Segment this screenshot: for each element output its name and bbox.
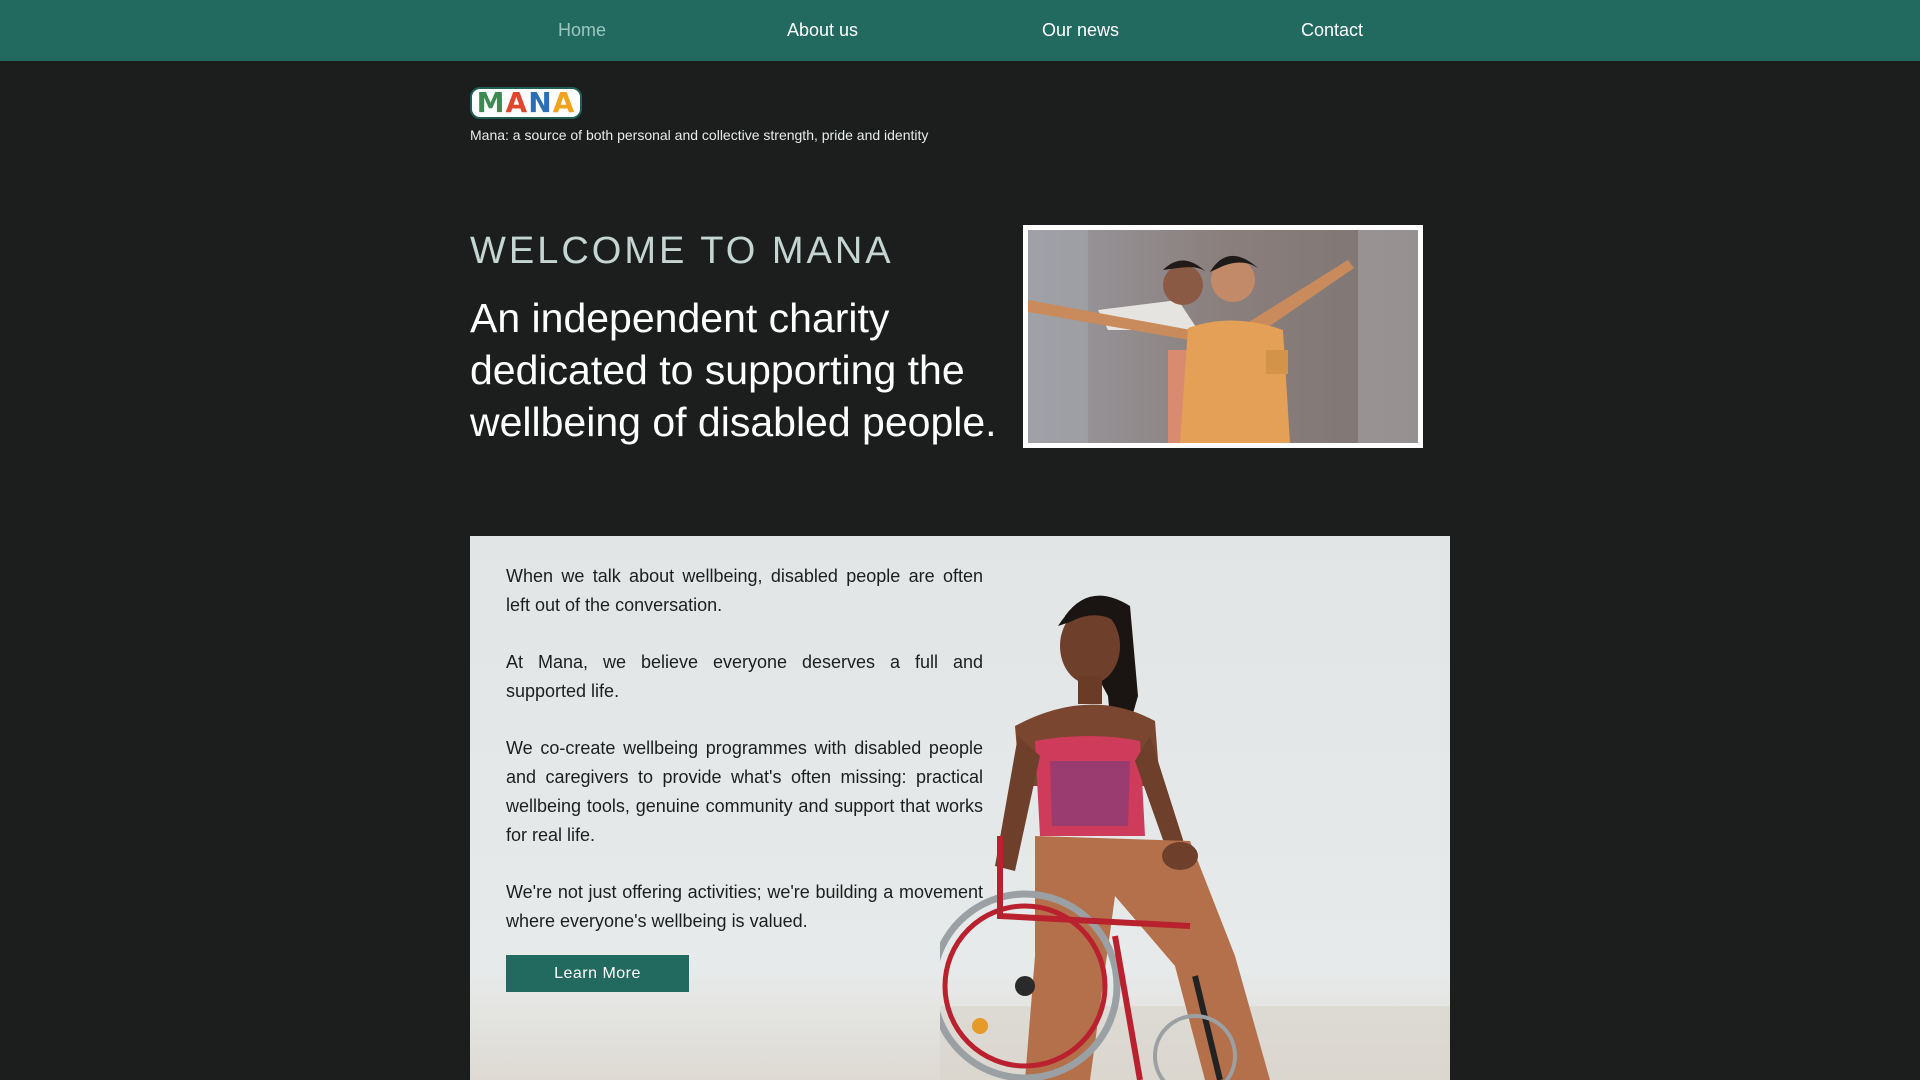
logo-letter: A — [552, 87, 576, 119]
nav-item-home[interactable]: Home — [558, 0, 606, 61]
nav-item-about-us[interactable]: About us — [787, 0, 858, 61]
logo-letter: A — [505, 87, 529, 119]
wheelchair-user-photo — [940, 536, 1450, 1080]
woman-in-wheelchair-illustration — [940, 595, 1450, 1080]
top-navigation: Home About us Our news Contact — [0, 0, 1920, 61]
intro-text: When we talk about wellbeing, disabled p… — [506, 562, 983, 964]
welcome-heading: WELCOME TO MANA — [470, 230, 894, 272]
hero-photo — [1023, 225, 1423, 448]
intro-paragraph: At Mana, we believe everyone deserves a … — [506, 652, 983, 701]
nav-item-contact[interactable]: Contact — [1301, 0, 1363, 61]
hero-title: An independent charity dedicated to supp… — [470, 295, 997, 445]
intro-panel: When we talk about wellbeing, disabled p… — [470, 536, 1450, 1080]
tagline: Mana: a source of both personal and coll… — [470, 127, 929, 143]
logo-letter: N — [528, 87, 553, 119]
nav-item-our-news[interactable]: Our news — [1042, 0, 1119, 61]
mana-logo[interactable]: MANA — [470, 87, 582, 119]
intro-paragraph: When we talk about wellbeing, disabled p… — [506, 566, 983, 615]
learn-more-button[interactable]: Learn More — [506, 955, 689, 992]
logo-text: MANA — [477, 89, 576, 117]
intro-paragraph: We're not just offering activities; we'r… — [506, 882, 983, 931]
intro-paragraph: We co-create wellbeing programmes with d… — [506, 738, 983, 845]
two-people-photo — [1028, 230, 1418, 443]
logo-letter: M — [476, 87, 506, 119]
